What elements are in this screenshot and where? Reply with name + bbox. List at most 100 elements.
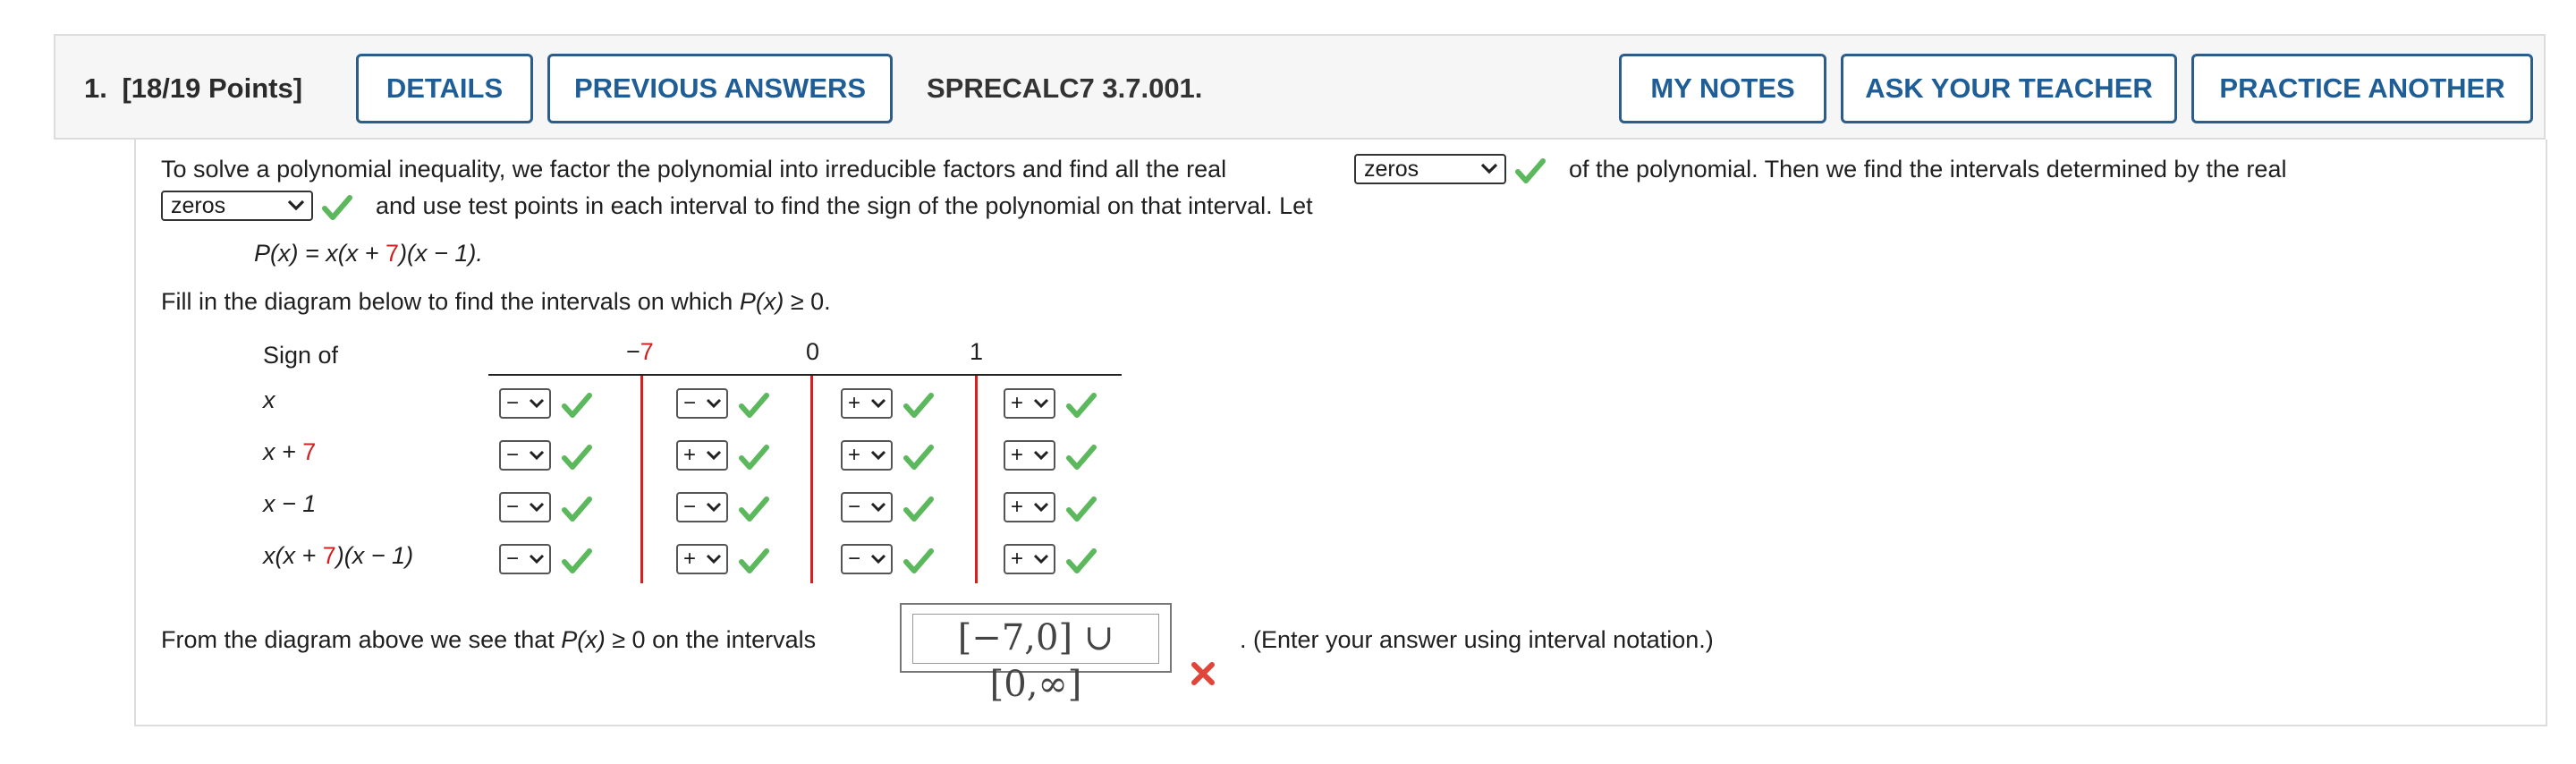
answer-lead-c: ≥ 0 on the intervals <box>605 626 817 653</box>
sign-select-value: + <box>683 547 697 571</box>
sign-select[interactable]: + <box>841 440 893 471</box>
my-notes-button[interactable]: MY NOTES <box>1619 54 1826 123</box>
chevron-down-icon <box>870 450 886 461</box>
chevron-down-icon <box>706 450 722 461</box>
answer-lead: From the diagram above we see that P(x) … <box>161 626 816 654</box>
divider-1 <box>975 376 978 583</box>
answer-input[interactable]: [−7,0] ∪ [0,∞] <box>900 603 1172 705</box>
check-icon <box>1066 548 1097 573</box>
fill-instruction: Fill in the diagram below to find the in… <box>161 288 831 316</box>
row-label: x − 1 <box>263 490 316 518</box>
row-label: x <box>263 386 275 414</box>
ask-your-teacher-button[interactable]: ASK YOUR TEACHER <box>1841 54 2177 123</box>
sign-select-value: + <box>1011 547 1024 571</box>
check-icon <box>562 497 592 522</box>
polynomial-lhs: P(x) = x(x + <box>254 240 386 267</box>
chevron-down-icon <box>1033 450 1049 461</box>
check-icon <box>903 548 934 573</box>
boundary-1: 1 <box>970 338 984 365</box>
sign-select-value: + <box>1011 495 1024 519</box>
sign-select[interactable]: − <box>841 492 893 522</box>
check-icon <box>562 393 592 418</box>
check-icon <box>903 497 934 522</box>
fill-instruction-c: ≥ 0. <box>784 288 831 315</box>
sign-select[interactable]: − <box>499 492 551 522</box>
sign-select-value: − <box>848 547 861 571</box>
divider-minus-7 <box>640 376 643 583</box>
check-icon <box>562 445 592 470</box>
check-icon <box>322 195 352 220</box>
sign-select[interactable]: + <box>841 388 893 419</box>
sign-select-value: − <box>683 495 697 519</box>
answer-lead-b: P(x) <box>561 626 606 653</box>
sign-select[interactable]: + <box>1004 388 1055 419</box>
row-label: x(x + 7)(x − 1) <box>263 542 413 570</box>
x-icon <box>1191 662 1215 685</box>
row-label-a: x − 1 <box>263 490 317 517</box>
chevron-down-icon <box>529 554 545 565</box>
check-icon <box>739 393 769 418</box>
answer-value: [−7,0] ∪ [0,∞] <box>912 614 1159 705</box>
sign-select-value: − <box>683 391 697 415</box>
question-header: 1. [18/19 Points] DETAILS PREVIOUS ANSWE… <box>54 34 2546 140</box>
chevron-down-icon <box>870 398 886 409</box>
sign-select[interactable]: + <box>1004 544 1055 574</box>
sign-select[interactable]: − <box>841 544 893 574</box>
sign-select-value: + <box>1011 443 1024 467</box>
sign-of-header: Sign of <box>263 342 339 369</box>
chevron-down-icon <box>706 398 722 409</box>
sign-select[interactable]: + <box>1004 492 1055 522</box>
zeros-select-1[interactable]: zeros <box>1354 154 1506 184</box>
check-icon <box>739 548 769 573</box>
intro-text-2b: and use test points in each interval to … <box>376 192 1313 219</box>
row-label-a: x <box>263 386 275 413</box>
check-icon <box>739 497 769 522</box>
zeros-select-1-value: zeros <box>1364 157 1419 182</box>
sign-select[interactable]: + <box>676 440 728 471</box>
zeros-select-2[interactable]: zeros <box>161 191 313 221</box>
row-label: x + 7 <box>263 438 316 466</box>
sign-select-value: + <box>848 391 861 415</box>
check-icon <box>1515 158 1546 183</box>
answer-trail: . (Enter your answer using interval nota… <box>1240 626 1714 653</box>
chevron-down-icon <box>529 502 545 513</box>
sign-select-value: + <box>1011 391 1024 415</box>
chevron-down-icon <box>529 398 545 409</box>
details-label: DETAILS <box>386 72 504 104</box>
check-icon <box>903 393 934 418</box>
boundary-0: 0 <box>806 338 820 365</box>
boundary-minus-sign: − <box>626 338 640 365</box>
sign-select[interactable]: − <box>499 440 551 471</box>
previous-answers-button[interactable]: PREVIOUS ANSWERS <box>547 54 893 123</box>
check-icon <box>562 548 592 573</box>
sign-select-value: − <box>506 443 520 467</box>
sign-select[interactable]: + <box>676 544 728 574</box>
chevron-down-icon <box>287 199 305 211</box>
chevron-down-icon <box>1033 398 1049 409</box>
my-notes-label: MY NOTES <box>1650 72 1795 104</box>
details-button[interactable]: DETAILS <box>356 54 533 123</box>
chevron-down-icon <box>706 554 722 565</box>
row-label-b: )(x − 1) <box>335 542 414 569</box>
chevron-down-icon <box>1480 163 1498 174</box>
sign-select[interactable]: + <box>1004 440 1055 471</box>
sign-select-value: − <box>506 547 520 571</box>
question-number-label: 1. <box>84 72 107 104</box>
practice-another-label: PRACTICE ANOTHER <box>2219 72 2505 104</box>
polynomial-rhs: )(x − 1). <box>399 240 483 267</box>
sign-select-value: + <box>683 443 697 467</box>
sign-select-value: − <box>848 495 861 519</box>
check-icon <box>1066 497 1097 522</box>
chevron-down-icon <box>529 450 545 461</box>
check-icon <box>903 445 934 470</box>
sign-select[interactable]: − <box>676 492 728 522</box>
intro-text-1a: To solve a polynomial inequality, we fac… <box>161 156 1227 183</box>
diagram-axis-line <box>488 374 1122 376</box>
fill-instruction-a: Fill in the diagram below to find the in… <box>161 288 740 315</box>
row-label-constant: 7 <box>322 542 336 569</box>
sign-select[interactable]: − <box>676 388 728 419</box>
sign-select[interactable]: − <box>499 544 551 574</box>
practice-another-button[interactable]: PRACTICE ANOTHER <box>2191 54 2533 123</box>
sign-select[interactable]: − <box>499 388 551 419</box>
divider-0 <box>810 376 813 583</box>
